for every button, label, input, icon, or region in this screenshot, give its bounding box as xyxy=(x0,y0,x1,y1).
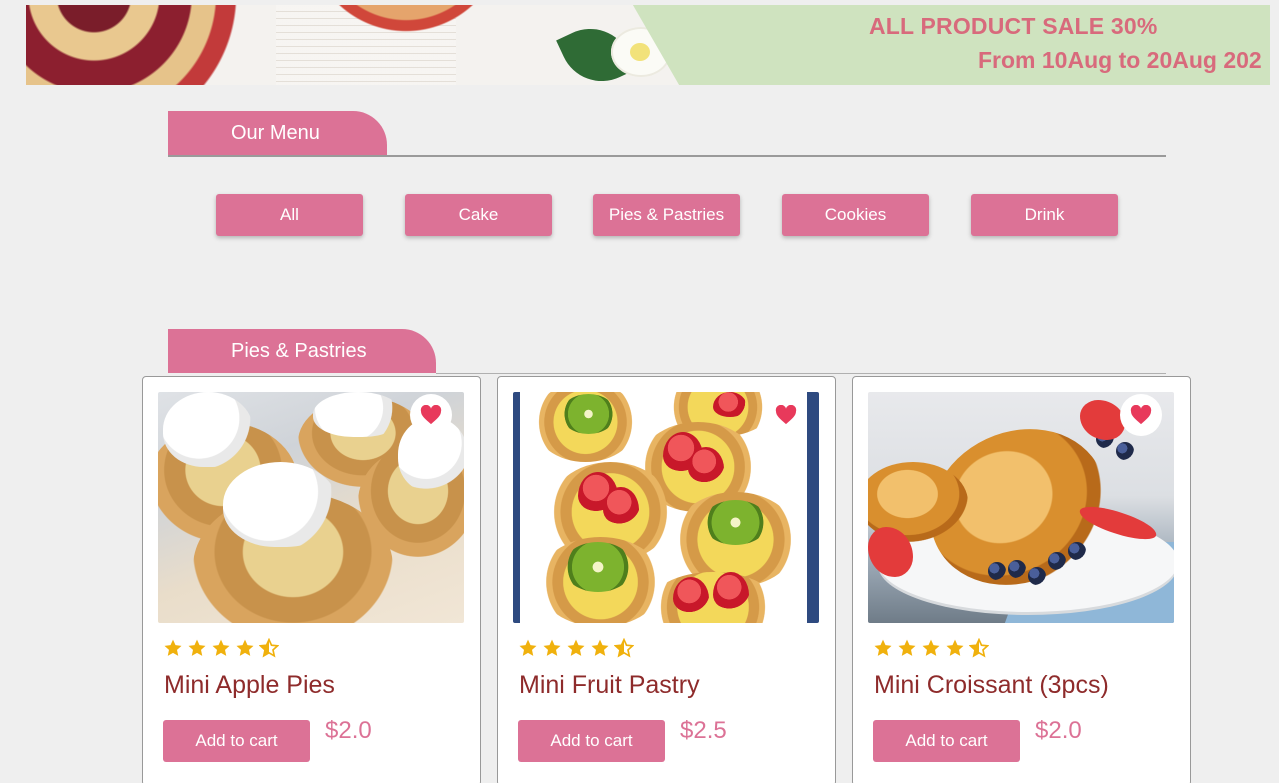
star-icon xyxy=(236,639,254,656)
promo-banner: ALL PRODUCT SALE 30% From 10Aug to 20Aug… xyxy=(26,5,1270,85)
star-half-icon xyxy=(259,638,279,658)
star-icon xyxy=(543,639,561,656)
star-icon xyxy=(874,639,892,656)
rating-stars xyxy=(873,638,989,658)
product-title: Mini Apple Pies xyxy=(164,671,335,699)
product-title: Mini Fruit Pastry xyxy=(519,671,700,699)
star-icon xyxy=(946,639,964,656)
filter-pies-pastries-button[interactable]: Pies & Pastries xyxy=(593,194,740,236)
star-half-icon xyxy=(969,638,989,658)
heart-icon xyxy=(775,405,797,425)
star-icon xyxy=(591,639,609,656)
favorite-button[interactable] xyxy=(765,394,807,436)
divider xyxy=(168,155,1166,157)
section-title-pies-pastries: Pies & Pastries xyxy=(168,329,436,373)
filter-drink-button[interactable]: Drink xyxy=(971,194,1118,236)
sale-headline: ALL PRODUCT SALE 30% xyxy=(869,13,1158,39)
heart-icon xyxy=(1130,405,1152,425)
product-card: Mini Fruit Pastry Add to cart $2.5 xyxy=(497,376,836,783)
add-to-cart-button[interactable]: Add to cart xyxy=(163,720,310,762)
add-to-cart-button[interactable]: Add to cart xyxy=(518,720,665,762)
filter-all-button[interactable]: All xyxy=(216,194,363,236)
star-half-icon xyxy=(614,638,634,658)
sale-dates: From 10Aug to 20Aug 202 xyxy=(978,47,1262,73)
divider xyxy=(436,373,1166,374)
flower-center-image xyxy=(630,43,650,61)
star-icon xyxy=(164,639,182,656)
filter-cake-button[interactable]: Cake xyxy=(405,194,552,236)
section-title-menu: Our Menu xyxy=(168,111,387,155)
star-icon xyxy=(567,639,585,656)
filter-cookies-button[interactable]: Cookies xyxy=(782,194,929,236)
product-price: $2.0 xyxy=(325,717,372,744)
product-card: Mini Apple Pies Add to cart $2.0 xyxy=(142,376,481,783)
product-price: $2.5 xyxy=(680,717,727,744)
favorite-button[interactable] xyxy=(410,394,452,436)
heart-icon xyxy=(420,405,442,425)
product-title: Mini Croissant (3pcs) xyxy=(874,671,1109,699)
star-icon xyxy=(519,639,537,656)
add-to-cart-button[interactable]: Add to cart xyxy=(873,720,1020,762)
product-card: Mini Croissant (3pcs) Add to cart $2.0 xyxy=(852,376,1191,783)
star-icon xyxy=(212,639,230,656)
pie-image xyxy=(26,5,256,85)
rating-stars xyxy=(163,638,279,658)
rating-stars xyxy=(518,638,634,658)
product-price: $2.0 xyxy=(1035,717,1082,744)
banner-photo xyxy=(26,5,726,85)
star-icon xyxy=(922,639,940,656)
star-icon xyxy=(188,639,206,656)
star-icon xyxy=(898,639,916,656)
favorite-button[interactable] xyxy=(1120,394,1162,436)
